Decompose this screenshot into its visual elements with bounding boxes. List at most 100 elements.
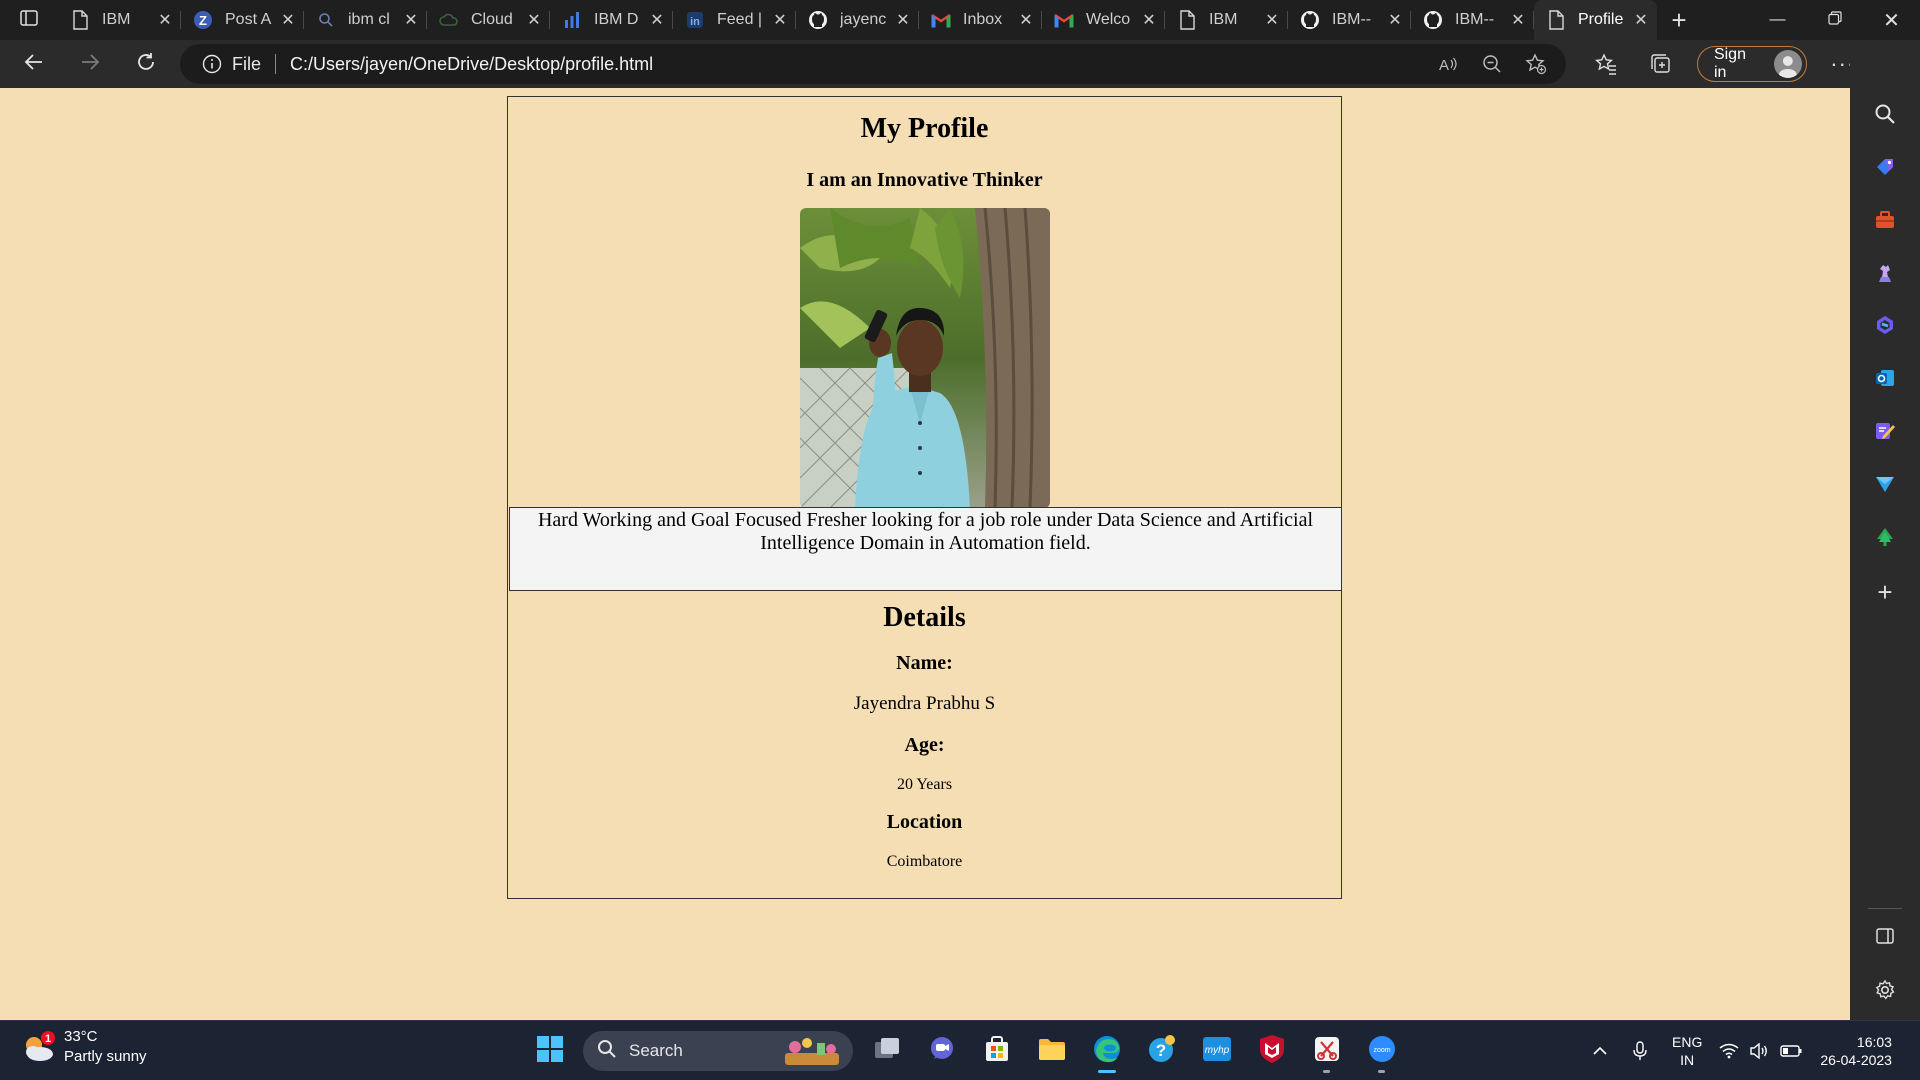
read-aloud-icon[interactable]: A (1426, 44, 1470, 84)
input-language[interactable]: ENG IN (1672, 1033, 1702, 1069)
tab-close-icon[interactable]: ✕ (770, 10, 790, 30)
system-clock[interactable]: 16:03 26-04-2023 (1820, 1033, 1892, 1069)
tab-close-icon[interactable]: ✕ (1139, 10, 1159, 30)
clock-time: 16:03 (1856, 1034, 1892, 1050)
microphone-icon[interactable] (1620, 1021, 1660, 1080)
clock-date: 26-04-2023 (1820, 1052, 1892, 1068)
sidebar-shopping-button[interactable] (1850, 147, 1920, 191)
tab-title: IBM (102, 11, 131, 28)
taskbar-search[interactable]: Search (583, 1031, 853, 1071)
help-app-button[interactable]: ? (1134, 1027, 1189, 1075)
show-hidden-icons-button[interactable] (1580, 1021, 1620, 1080)
search-icon (1874, 103, 1896, 130)
taskbar-apps: Search ? myhp zoom (522, 1027, 1409, 1075)
profile-photo (799, 208, 1050, 508)
edge-taskbar-button[interactable] (1079, 1027, 1134, 1075)
sidebar-hide-button[interactable] (1850, 916, 1920, 960)
browser-tab-11[interactable]: IBM-- ✕ (1288, 0, 1411, 40)
sidebar-search-button[interactable] (1850, 94, 1920, 138)
myhp-button[interactable]: myhp (1189, 1027, 1244, 1075)
sidebar-drop-button[interactable] (1850, 464, 1920, 508)
task-view-button[interactable] (859, 1027, 914, 1075)
bio-box: Hard Working and Goal Focused Fresher lo… (509, 507, 1342, 591)
new-tab-button[interactable]: + (1657, 0, 1701, 40)
tab-close-icon[interactable]: ✕ (1631, 10, 1651, 30)
sidebar-add-button[interactable]: + (1850, 570, 1920, 614)
tab-close-icon[interactable]: ✕ (401, 10, 421, 30)
browser-tab-4[interactable]: Cloud ✕ (427, 0, 550, 40)
tab-close-icon[interactable]: ✕ (1016, 10, 1036, 30)
svg-text:in: in (690, 16, 700, 28)
designer-pen-icon (1874, 420, 1896, 447)
sign-in-button[interactable]: Sign in (1696, 46, 1808, 82)
mcafee-shield-icon (1258, 1034, 1286, 1069)
browser-tab-8[interactable]: Inbox ✕ (919, 0, 1042, 40)
browser-tab-7[interactable]: jayenc ✕ (796, 0, 919, 40)
sidebar-tools-button[interactable] (1850, 200, 1920, 244)
browser-tab-5[interactable]: IBM D ✕ (550, 0, 673, 40)
close-window-button[interactable]: ✕ (1863, 0, 1920, 40)
age-label: Age: (904, 734, 945, 756)
add-favorite-icon[interactable] (1514, 44, 1558, 84)
sidebar-copilot-button[interactable] (1850, 305, 1920, 349)
tab-close-icon[interactable]: ✕ (278, 10, 298, 30)
sidebar-designer-button[interactable] (1850, 411, 1920, 455)
browser-tab-13[interactable]: Profile ✕ (1534, 0, 1657, 40)
tab-close-icon[interactable]: ✕ (1385, 10, 1405, 30)
snipping-tool-button[interactable] (1299, 1027, 1354, 1075)
sidebar-games-button[interactable] (1850, 253, 1920, 297)
help-icon: ? (1147, 1034, 1177, 1069)
browser-tab-12[interactable]: IBM-- ✕ (1411, 0, 1534, 40)
sidebar-settings-button[interactable] (1850, 970, 1920, 1014)
sidebar-outlook-button[interactable] (1850, 358, 1920, 402)
file-explorer-button[interactable] (1024, 1027, 1079, 1075)
browser-tab-6[interactable]: in Feed | ✕ (673, 0, 796, 40)
start-button[interactable] (522, 1027, 577, 1075)
tab-title: jayenc (840, 11, 887, 28)
zoom-out-icon[interactable] (1470, 44, 1514, 84)
weather-widget[interactable]: 1 33°C Partly sunny (20, 1027, 147, 1067)
mcafee-button[interactable] (1244, 1027, 1299, 1075)
tagline: I am an Innovative Thinker (806, 169, 1043, 191)
folder-icon (1037, 1035, 1067, 1068)
svg-text:zoom: zoom (1373, 1047, 1390, 1054)
tab-close-icon[interactable]: ✕ (155, 10, 175, 30)
svg-text:Z: Z (199, 13, 207, 28)
microsoft-store-button[interactable] (969, 1027, 1024, 1075)
browser-tab-9[interactable]: Welco ✕ (1042, 0, 1165, 40)
tab-close-icon[interactable]: ✕ (647, 10, 667, 30)
info-icon[interactable] (202, 54, 222, 74)
refresh-icon (135, 51, 157, 78)
lang-line1: ENG (1672, 1034, 1703, 1050)
browser-tab-10[interactable]: IBM ✕ (1165, 0, 1288, 40)
cloud-icon (439, 10, 459, 30)
lang-line2: IN (1680, 1052, 1695, 1068)
browser-tab-1[interactable]: IBM ✕ (58, 0, 181, 40)
forward-button[interactable] (68, 42, 112, 86)
sidebar-tree-button[interactable] (1850, 517, 1920, 561)
browser-tab-3[interactable]: ibm cl ✕ (304, 0, 427, 40)
wifi-icon[interactable] (1714, 1021, 1744, 1080)
restore-button[interactable] (1806, 0, 1863, 40)
favorites-icon[interactable] (1578, 40, 1633, 88)
refresh-button[interactable] (124, 42, 168, 86)
back-button[interactable] (12, 42, 56, 86)
tab-close-icon[interactable]: ✕ (524, 10, 544, 30)
edge-sidebar: + (1850, 40, 1920, 1020)
teams-chat-button[interactable] (914, 1027, 969, 1075)
paper-plane-icon (1874, 473, 1896, 500)
tab-close-icon[interactable]: ✕ (893, 10, 913, 30)
volume-icon[interactable] (1744, 1021, 1774, 1080)
minimize-button[interactable]: — (1749, 0, 1806, 40)
address-bar[interactable]: File C:/Users/jayen/OneDrive/Desktop/pro… (180, 44, 1566, 84)
tab-actions-button[interactable] (0, 0, 58, 40)
collections-icon[interactable] (1633, 40, 1688, 88)
weather-condition: Partly sunny (64, 1048, 147, 1065)
battery-icon[interactable] (1774, 1021, 1808, 1080)
search-highlight-icon (781, 1035, 843, 1072)
tab-close-icon[interactable]: ✕ (1508, 10, 1528, 30)
url-text[interactable]: C:/Users/jayen/OneDrive/Desktop/profile.… (290, 54, 653, 75)
zoom-button[interactable]: zoom (1354, 1027, 1409, 1075)
browser-tab-2[interactable]: Z Post A ✕ (181, 0, 304, 40)
tab-close-icon[interactable]: ✕ (1262, 10, 1282, 30)
